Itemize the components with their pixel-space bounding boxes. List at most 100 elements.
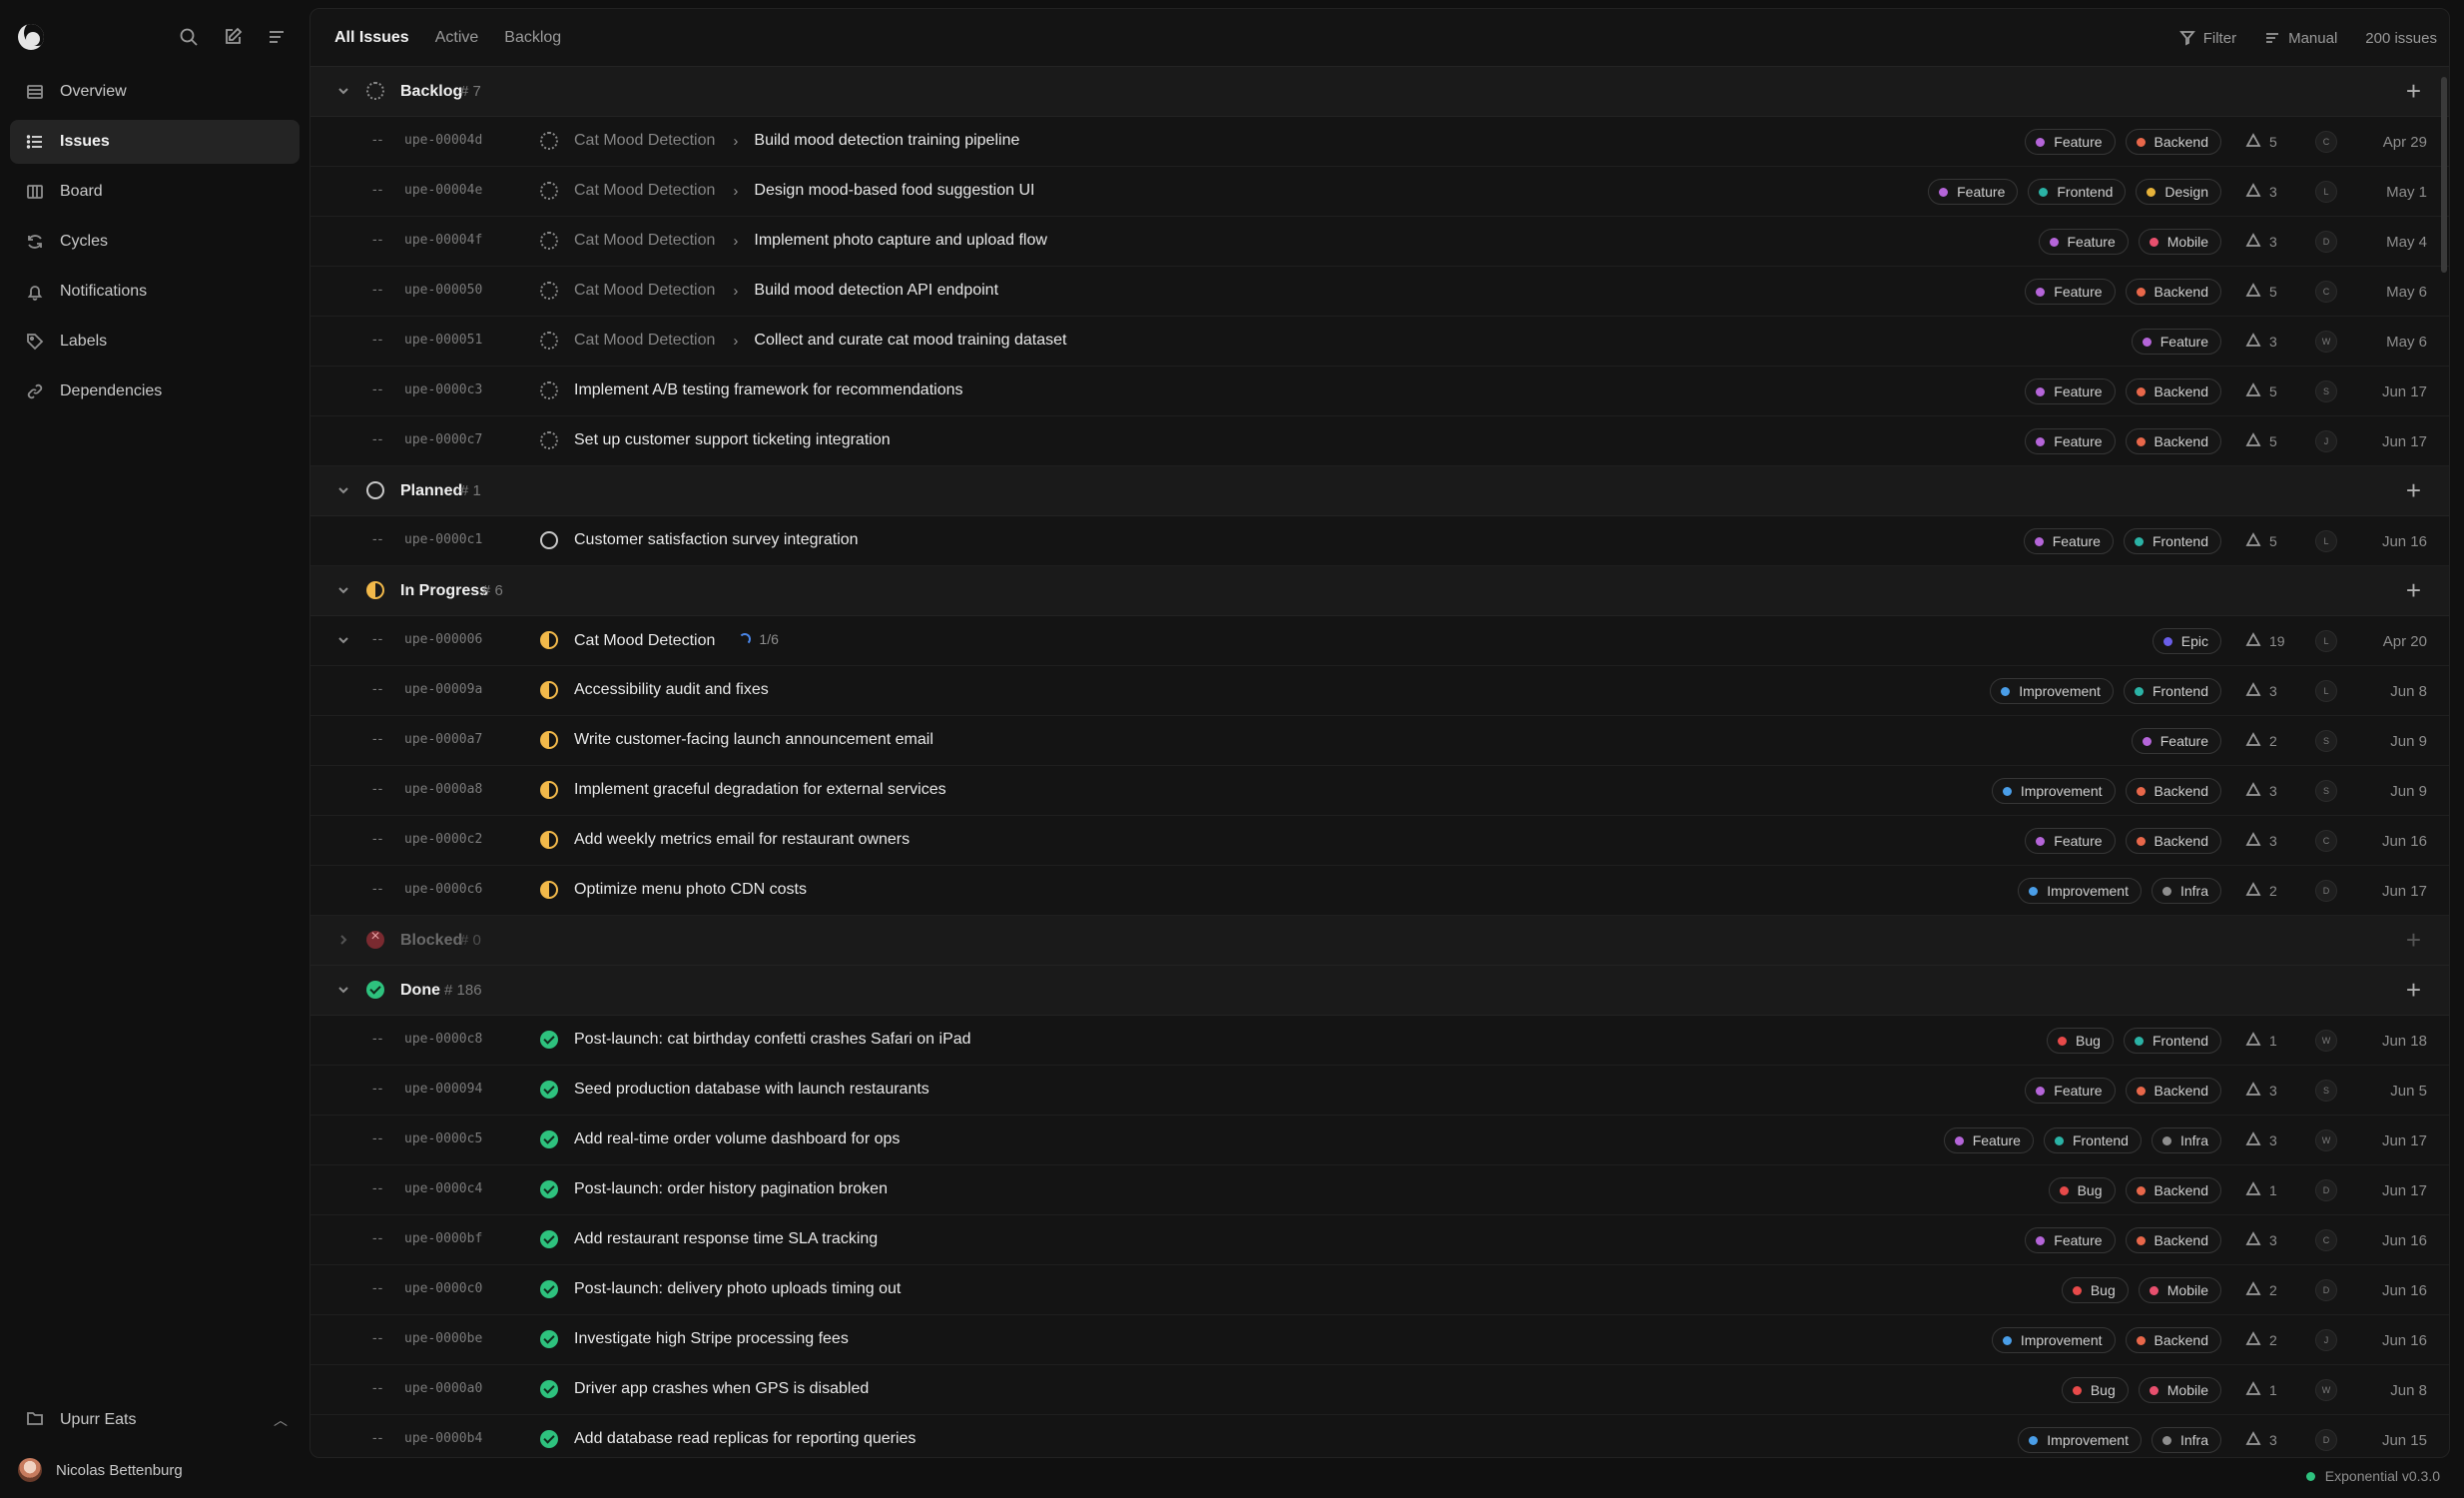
issue-row[interactable]: -- upe-0000c0 Post-launch: delivery photo …: [310, 1265, 2449, 1315]
status-progress-icon[interactable]: [540, 731, 558, 749]
scrollbar[interactable]: [2441, 77, 2447, 273]
tab-all-issues[interactable]: All Issues: [334, 9, 409, 67]
issue-title[interactable]: Post-launch: delivery photo uploads timi…: [574, 1280, 901, 1297]
estimate[interactable]: 3: [2245, 681, 2301, 701]
sidebar-item-labels[interactable]: Labels: [10, 320, 300, 364]
status-done-icon[interactable]: [540, 1330, 558, 1348]
issue-title[interactable]: Seed production database with launch res…: [574, 1081, 929, 1098]
status-done-icon[interactable]: [540, 1081, 558, 1099]
priority-none-icon[interactable]: --: [372, 880, 383, 896]
assignee-avatar[interactable]: L: [2315, 680, 2337, 702]
priority-none-icon[interactable]: --: [372, 281, 383, 297]
label-chip[interactable]: Bug: [2061, 1377, 2129, 1403]
sidebar-item-overview[interactable]: Overview: [10, 70, 300, 114]
add-issue-button[interactable]: +: [2406, 78, 2421, 104]
sidebar-item-issues[interactable]: Issues: [10, 120, 300, 164]
label-chip[interactable]: Backend: [2125, 428, 2221, 454]
tab-active[interactable]: Active: [435, 9, 479, 67]
priority-none-icon[interactable]: --: [372, 1030, 383, 1046]
estimate[interactable]: 5: [2245, 132, 2301, 152]
assignee-avatar[interactable]: D: [2315, 1429, 2337, 1451]
issue-title[interactable]: Implement A/B testing framework for reco…: [574, 381, 963, 398]
assignee-avatar[interactable]: J: [2315, 1329, 2337, 1351]
issue-row[interactable]: -- upe-0000b4 Add database read replicas f…: [310, 1415, 2449, 1457]
estimate[interactable]: 5: [2245, 431, 2301, 451]
status-done-icon[interactable]: [540, 1430, 558, 1448]
sidebar-item-board[interactable]: Board: [10, 170, 300, 214]
issue-title[interactable]: Post-launch: order history pagination br…: [574, 1180, 888, 1197]
parent-issue-name[interactable]: Cat Mood Detection: [574, 282, 715, 300]
assignee-avatar[interactable]: C: [2315, 131, 2337, 153]
label-chip[interactable]: Mobile: [2138, 229, 2221, 255]
priority-none-icon[interactable]: --: [372, 131, 383, 147]
label-chip[interactable]: Backend: [2125, 129, 2221, 155]
assignee-avatar[interactable]: J: [2315, 430, 2337, 452]
issue-title[interactable]: Post-launch: cat birthday confetti crash…: [574, 1031, 971, 1048]
assignee-avatar[interactable]: W: [2315, 1129, 2337, 1151]
assignee-avatar[interactable]: L: [2315, 181, 2337, 203]
label-chip[interactable]: Feature: [1943, 1127, 2034, 1153]
chevron-down-icon[interactable]: [336, 483, 352, 499]
label-chip[interactable]: Backend: [2125, 778, 2221, 804]
issue-row[interactable]: -- upe-0000a7 Write customer-facing launch…: [310, 716, 2449, 766]
label-chip[interactable]: Feature: [2025, 279, 2116, 305]
estimate[interactable]: 1: [2245, 1180, 2301, 1200]
add-issue-button[interactable]: +: [2406, 927, 2421, 953]
label-chip[interactable]: Bug: [2048, 1177, 2116, 1203]
label-chip[interactable]: Improvement: [1991, 778, 2116, 804]
issue-row[interactable]: -- upe-000050 Cat Mood Detection › Build moo…: [310, 267, 2449, 317]
estimate[interactable]: 3: [2245, 182, 2301, 202]
add-issue-button[interactable]: +: [2406, 577, 2421, 603]
chevron-up-icon[interactable]: ︿: [274, 1410, 288, 1430]
estimate[interactable]: 2: [2245, 1280, 2301, 1300]
label-chip[interactable]: Bug: [2061, 1277, 2129, 1303]
estimate[interactable]: 3: [2245, 1230, 2301, 1250]
assignee-avatar[interactable]: S: [2315, 780, 2337, 802]
issue-row[interactable]: -- upe-0000a8 Implement graceful degradati…: [310, 766, 2449, 816]
issue-title[interactable]: Optimize menu photo CDN costs: [574, 881, 807, 898]
priority-none-icon[interactable]: --: [372, 730, 383, 746]
label-chip[interactable]: Feature: [2038, 229, 2129, 255]
issue-title[interactable]: Implement photo capture and upload flow: [754, 232, 1047, 250]
issue-row[interactable]: -- upe-00004e Cat Mood Detection › Design mo…: [310, 167, 2449, 217]
issue-title[interactable]: Add real-time order volume dashboard for…: [574, 1130, 900, 1147]
estimate[interactable]: 5: [2245, 282, 2301, 302]
estimate[interactable]: 2: [2245, 881, 2301, 901]
label-chip[interactable]: Epic: [2152, 628, 2221, 654]
label-chip[interactable]: Backend: [2125, 1177, 2221, 1203]
label-chip[interactable]: Feature: [1928, 179, 2019, 205]
label-chip[interactable]: Frontend: [2043, 1127, 2142, 1153]
priority-none-icon[interactable]: --: [372, 680, 383, 696]
issue-row[interactable]: -- upe-0000c6 Optimize menu photo CDN cost…: [310, 866, 2449, 916]
add-issue-button[interactable]: +: [2406, 977, 2421, 1003]
priority-none-icon[interactable]: --: [372, 331, 383, 347]
status-done-icon[interactable]: [540, 1031, 558, 1049]
issue-title[interactable]: Build mood detection training pipeline: [754, 132, 1019, 150]
estimate[interactable]: 1: [2245, 1380, 2301, 1400]
priority-none-icon[interactable]: --: [372, 380, 383, 396]
assignee-avatar[interactable]: W: [2315, 331, 2337, 353]
label-chip[interactable]: Mobile: [2138, 1277, 2221, 1303]
status-backlog-icon[interactable]: [540, 282, 558, 300]
label-chip[interactable]: Feature: [2131, 329, 2221, 355]
label-chip[interactable]: Backend: [2125, 279, 2221, 305]
status-backlog-icon[interactable]: [540, 381, 558, 399]
label-chip[interactable]: Design: [2136, 179, 2221, 205]
assignee-avatar[interactable]: C: [2315, 1229, 2337, 1251]
label-chip[interactable]: Backend: [2125, 828, 2221, 854]
priority-none-icon[interactable]: --: [372, 830, 383, 846]
status-backlog-icon[interactable]: [540, 431, 558, 449]
priority-none-icon[interactable]: --: [372, 780, 383, 796]
app-logo[interactable]: [18, 24, 44, 50]
estimate[interactable]: 3: [2245, 332, 2301, 352]
label-chip[interactable]: Frontend: [2028, 179, 2127, 205]
assignee-avatar[interactable]: W: [2315, 1030, 2337, 1052]
chevron-down-icon[interactable]: [336, 84, 352, 100]
issue-row[interactable]: -- upe-0000c3 Implement A/B testing framew…: [310, 367, 2449, 416]
chevron-right-icon[interactable]: [336, 933, 352, 949]
priority-none-icon[interactable]: --: [372, 1329, 383, 1345]
label-chip[interactable]: Mobile: [2138, 1377, 2221, 1403]
priority-none-icon[interactable]: --: [372, 1279, 383, 1295]
menu-icon[interactable]: [266, 26, 288, 48]
label-chip[interactable]: Backend: [2125, 1227, 2221, 1253]
